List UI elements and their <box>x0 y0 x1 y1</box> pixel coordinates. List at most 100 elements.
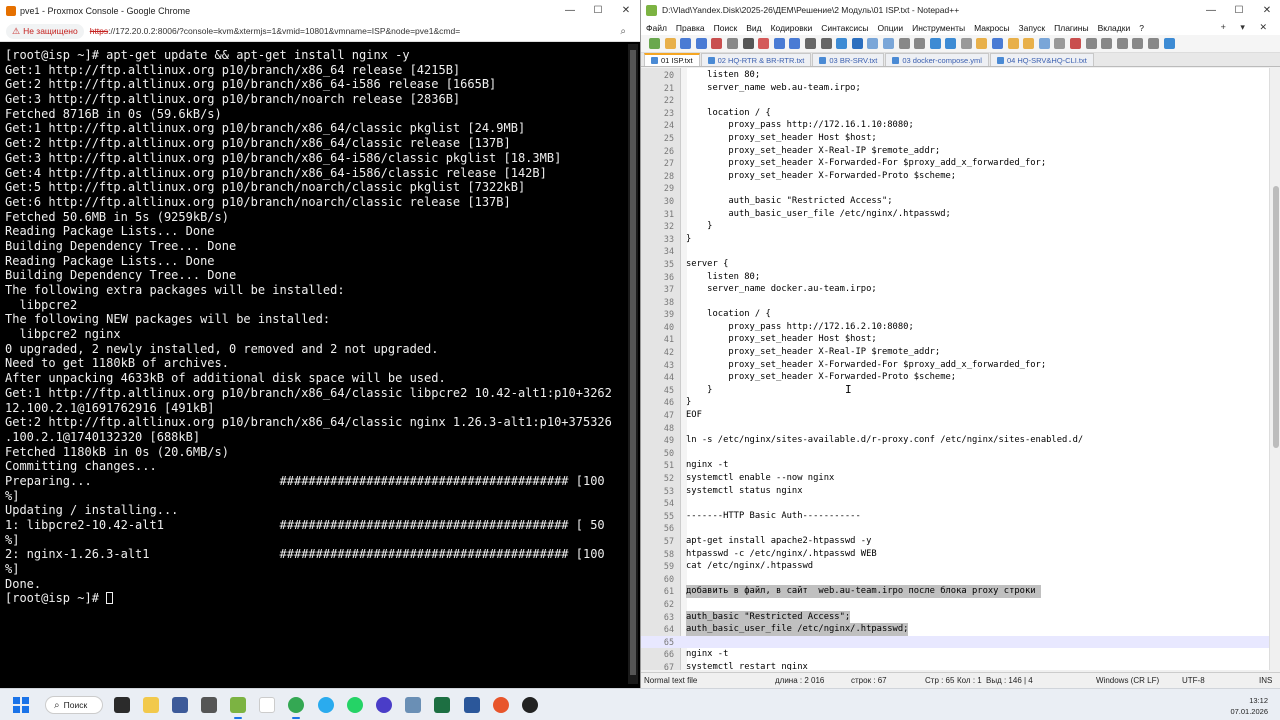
toolbar-icon[interactable] <box>758 38 770 49</box>
file-tab[interactable]: 04 HQ-SRV&HQ-CLI.txt <box>989 53 1094 66</box>
menu-item[interactable]: Файл <box>646 23 667 33</box>
code-line[interactable]: 48 <box>641 422 1269 435</box>
code-line[interactable]: 38 <box>641 296 1269 309</box>
code-line[interactable]: 66 nginx -t <box>641 648 1269 661</box>
toolbar-icon[interactable] <box>1054 38 1066 49</box>
toolbar-icon[interactable] <box>960 38 972 49</box>
code-line[interactable]: 30 auth_basic "Restricted Access"; <box>641 195 1269 208</box>
code-line[interactable]: 39 location / { <box>641 308 1269 321</box>
code-line[interactable]: 27 proxy_set_header X-Forwarded-For $pro… <box>641 157 1269 170</box>
toolbar-icon[interactable] <box>649 38 660 49</box>
toolbar-icon[interactable] <box>836 38 848 49</box>
file-explorer-icon[interactable] <box>143 697 159 713</box>
file-tab[interactable]: 02 HQ-RTR & BR-RTR.txt <box>700 53 812 66</box>
toolbar-icon[interactable] <box>1023 38 1035 49</box>
terminal-scroll-thumb[interactable] <box>630 50 636 675</box>
menu-item[interactable]: Вид <box>746 23 761 33</box>
editor-lines[interactable]: 20 listen 80; 21 server_name web.au-team.… <box>641 69 1269 670</box>
toolbar-icon[interactable] <box>1163 38 1175 49</box>
security-badge[interactable]: ⚠ Не защищено <box>6 23 84 39</box>
code-line[interactable]: 40 proxy_pass http://172.16.2.10:8080; <box>641 321 1269 334</box>
code-line[interactable]: 49 ln -s /etc/nginx/sites-available.d/r-p… <box>641 434 1269 447</box>
npp-close-button[interactable]: ✕ <box>1253 0 1280 21</box>
toolbar-icon[interactable] <box>992 38 1004 49</box>
menu-item[interactable]: Кодировки <box>771 23 813 33</box>
chrome-titlebar[interactable]: pve1 - Proxmox Console - Google Chrome —… <box>0 0 640 21</box>
toolbar-icon[interactable] <box>664 38 676 49</box>
toolbar-icon[interactable] <box>726 38 738 49</box>
yandex-browser-icon[interactable] <box>259 697 275 713</box>
menu-item[interactable]: Инструменты <box>912 23 965 33</box>
toolbar-icon[interactable] <box>867 38 879 49</box>
code-line[interactable]: 59 cat /etc/nginx/.htpasswd <box>641 560 1269 573</box>
toolbar-icon[interactable] <box>1038 38 1050 49</box>
maximize-button[interactable]: ☐ <box>584 0 612 21</box>
editor-scroll-thumb[interactable] <box>1273 186 1279 448</box>
toolbar-icon[interactable] <box>1007 38 1019 49</box>
code-line[interactable]: 36 listen 80; <box>641 271 1269 284</box>
code-line[interactable]: 22 <box>641 94 1269 107</box>
excel-icon[interactable] <box>434 697 450 713</box>
code-line[interactable]: 41 proxy_set_header Host $host; <box>641 333 1269 346</box>
toolbar-icon[interactable] <box>820 38 832 49</box>
code-line[interactable]: 25 proxy_set_header Host $host; <box>641 132 1269 145</box>
toolbar-icon[interactable] <box>1101 38 1113 49</box>
system-clock[interactable]: 13:12 07.01.2026 <box>1230 695 1268 717</box>
toolbar-icon[interactable] <box>773 38 785 49</box>
chrome-taskbar-icon[interactable] <box>288 697 304 719</box>
menu-item[interactable]: Синтаксисы <box>821 23 868 33</box>
menu-item[interactable]: Плагины <box>1054 23 1088 33</box>
menu-item[interactable]: Опции <box>878 23 904 33</box>
status-ins[interactable]: INS <box>1259 676 1272 685</box>
code-line[interactable]: 28 proxy_set_header X-Forwarded-Proto $s… <box>641 170 1269 183</box>
code-line[interactable]: 37 server_name docker.au-team.irpo; <box>641 283 1269 296</box>
code-line[interactable]: 61 добавить в файл, в сайт web.au-team.ir… <box>641 585 1269 598</box>
toolbar-icon[interactable] <box>929 38 941 49</box>
code-line[interactable]: 62 <box>641 598 1269 611</box>
code-line[interactable]: 52 systemctl enable --now nginx <box>641 472 1269 485</box>
status-encoding[interactable]: UTF-8 <box>1182 676 1205 685</box>
app-icon-remote[interactable] <box>201 697 217 713</box>
app-icon-save[interactable] <box>172 697 188 713</box>
toolbar-icon[interactable] <box>898 38 910 49</box>
code-line[interactable]: 43 proxy_set_header X-Forwarded-For $pro… <box>641 359 1269 372</box>
code-line[interactable]: 35 server { <box>641 258 1269 271</box>
toolbar-icon[interactable] <box>711 38 723 49</box>
toolbar-icon[interactable] <box>976 38 988 49</box>
notepadpp-taskbar-icon[interactable] <box>230 697 246 719</box>
code-line[interactable]: 65 <box>641 635 1269 649</box>
code-line[interactable]: 47 EOF <box>641 409 1269 422</box>
menu-item[interactable]: ? <box>1139 23 1144 33</box>
code-line[interactable]: 53 systemctl status nginx <box>641 485 1269 498</box>
code-line[interactable]: 45 } <box>641 384 1269 397</box>
toolbar-icon[interactable] <box>804 38 816 49</box>
toolbar-icon[interactable] <box>945 38 957 49</box>
status-eol[interactable]: Windows (CR LF) <box>1096 676 1159 685</box>
whatsapp-icon[interactable] <box>347 697 363 713</box>
file-tab[interactable]: 03 BR-SRV.txt <box>812 53 885 66</box>
menu-right-controls[interactable]: + ▾ ✕ <box>1221 22 1273 33</box>
menu-item[interactable]: Вкладки <box>1098 23 1131 33</box>
code-line[interactable]: 23 location / { <box>641 107 1269 120</box>
code-line[interactable]: 50 <box>641 447 1269 460</box>
terminal-console[interactable]: [root@isp ~]# apt-get update && apt-get … <box>0 44 628 684</box>
app-icon-circle[interactable] <box>376 697 392 713</box>
code-line[interactable]: 24 proxy_pass http://172.16.1.10:8080; <box>641 119 1269 132</box>
menu-item[interactable]: Запуск <box>1019 23 1046 33</box>
toolbar-icon[interactable] <box>914 38 926 49</box>
code-line[interactable]: 55 -------HTTP Basic Auth----------- <box>641 510 1269 523</box>
npp-minimize-button[interactable]: — <box>1197 0 1225 21</box>
code-line[interactable]: 20 listen 80; <box>641 69 1269 82</box>
code-line[interactable]: 21 server_name web.au-team.irpo; <box>641 82 1269 95</box>
word-icon[interactable] <box>464 697 480 713</box>
terminal-prompt-line[interactable]: [root@isp ~]# <box>5 591 628 606</box>
code-line[interactable]: 51 nginx -t <box>641 459 1269 472</box>
code-line[interactable]: 44 proxy_set_header X-Forwarded-Proto $s… <box>641 371 1269 384</box>
toolbar-icon[interactable] <box>1070 38 1082 49</box>
zoom-icon[interactable]: ⌕ <box>620 26 626 37</box>
file-tab[interactable]: 01 ISP.txt <box>644 53 700 66</box>
code-line[interactable]: 63 auth_basic "Restricted Access"; <box>641 610 1269 624</box>
code-line[interactable]: 33} <box>641 233 1269 246</box>
toolbar-icon[interactable] <box>695 38 707 49</box>
code-line[interactable]: 57 apt-get install apache2-htpasswd -y <box>641 535 1269 548</box>
